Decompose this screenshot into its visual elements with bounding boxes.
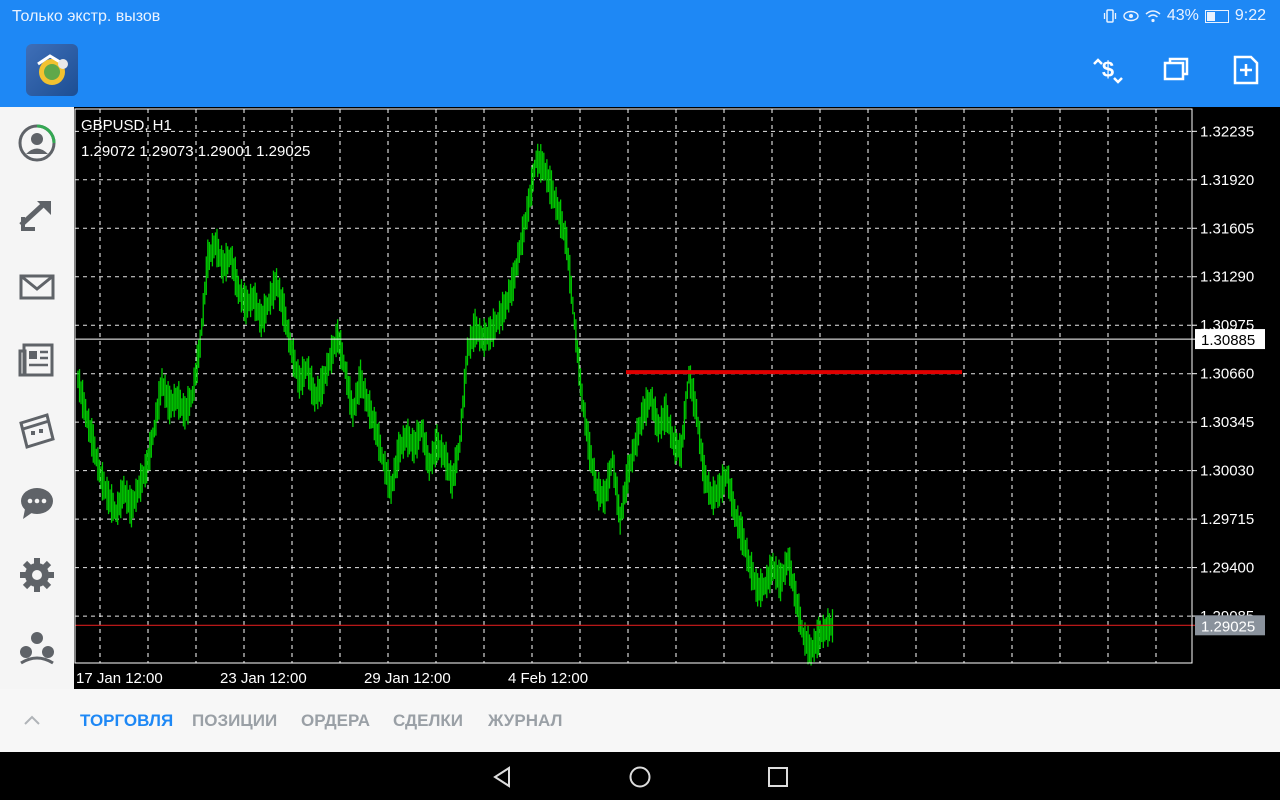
- x-tick-label: 4 Feb 12:00: [508, 670, 588, 687]
- x-tick-label: 23 Jan 12:00: [220, 670, 307, 687]
- tab-positions[interactable]: ПОЗИЦИИ: [192, 711, 277, 731]
- y-tick-label: 1.31920: [1200, 172, 1254, 189]
- battery-icon: [1204, 9, 1229, 23]
- trade-arrow-icon[interactable]: [15, 193, 59, 237]
- y-tick-label: 1.30345: [1200, 414, 1254, 431]
- y-tick-label: 1.30660: [1200, 366, 1254, 383]
- eye-icon: [1123, 10, 1139, 22]
- app-bar: $: [0, 34, 1280, 107]
- sidebar: [0, 107, 74, 689]
- mail-icon[interactable]: [15, 265, 59, 309]
- tab-trade[interactable]: ТОРГОВЛЯ: [80, 711, 173, 731]
- recents-icon[interactable]: [765, 764, 791, 790]
- status-icons: 43% 9:22: [1103, 7, 1266, 25]
- chart-symbol-title: GBPUSD, H1: [81, 117, 172, 134]
- status-bar: Только экстр. вызов 43% 9:22: [0, 0, 1280, 34]
- tab-orders[interactable]: ОРДЕРА: [301, 711, 370, 731]
- chart-ohlc-values: 1.29072 1.29073 1.29001 1.29025: [81, 143, 311, 160]
- new-order-icon[interactable]: [1226, 50, 1266, 90]
- calendar-icon[interactable]: [15, 409, 59, 453]
- home-icon[interactable]: [627, 764, 653, 790]
- plot-border: [74, 108, 1193, 664]
- currency-exchange-icon[interactable]: $: [1088, 50, 1128, 90]
- wifi-icon: [1145, 9, 1161, 22]
- chart-canvas[interactable]: 1.322351.319201.316051.312901.309751.306…: [74, 107, 1280, 689]
- x-tick-label: 29 Jan 12:00: [364, 670, 451, 687]
- y-tick-label: 1.29400: [1200, 560, 1254, 577]
- news-icon[interactable]: [15, 337, 59, 381]
- windows-icon[interactable]: [1156, 50, 1196, 90]
- battery-percent: 43%: [1166, 7, 1199, 24]
- carrier-text: Только экстр. вызов: [12, 8, 161, 25]
- bottom-tab-bar: ТОРГОВЛЯ ПОЗИЦИИ ОРДЕРА СДЕЛКИ ЖУРНАЛ: [0, 689, 1280, 752]
- tab-journal[interactable]: ЖУРНАЛ: [488, 711, 562, 731]
- settings-icon[interactable]: [15, 553, 59, 597]
- svg-text:$: $: [1102, 57, 1114, 82]
- y-tick-label: 1.29715: [1200, 511, 1254, 528]
- crosshair-price-label: 1.30885: [1201, 332, 1255, 349]
- status-time: 9:22: [1234, 7, 1266, 24]
- y-tick-label: 1.30030: [1200, 463, 1254, 480]
- price-chart[interactable]: 1.32235 1.31920 1.31605 1.31290 1.30975 1.306…: [74, 107, 1280, 689]
- x-tick-label: 17 Jan 12:00: [76, 670, 163, 687]
- y-tick-label: 1.31290: [1200, 269, 1254, 286]
- back-icon[interactable]: [490, 764, 516, 790]
- tab-deals[interactable]: СДЕЛКИ: [393, 711, 463, 731]
- y-tick-label: 1.31605: [1200, 220, 1254, 237]
- system-nav-bar: [0, 752, 1280, 800]
- chevron-up-icon[interactable]: [20, 711, 44, 731]
- y-tick-label: 1.32235: [1200, 123, 1254, 140]
- chat-icon[interactable]: [15, 481, 59, 525]
- vibrate-icon: [1103, 9, 1116, 23]
- current-price-label: 1.29025: [1201, 618, 1255, 635]
- metatrader-logo-icon[interactable]: [26, 44, 78, 96]
- account-icon[interactable]: [15, 121, 59, 165]
- community-icon[interactable]: [15, 625, 59, 669]
